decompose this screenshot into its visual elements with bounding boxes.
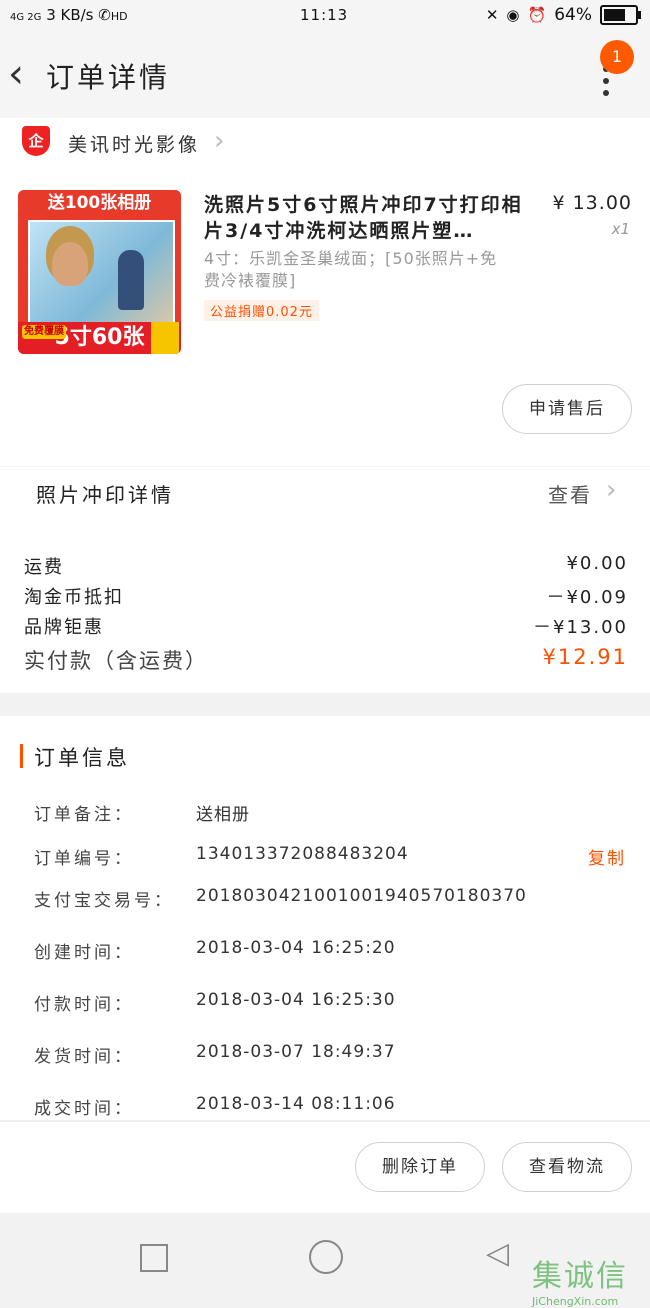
info-label: 发货时间： [34, 1047, 134, 1067]
clock: 11:13 [300, 6, 349, 24]
image-promo-text: 5寸60张 [54, 325, 145, 350]
chevron-right-icon: › [214, 126, 225, 156]
chevron-right-icon: › [606, 475, 617, 505]
watermark-logo: 集诚信 JiChengXin.com [532, 1251, 650, 1308]
product-card: 送100张相册 免费覆膜 5寸60张 洗照片5寸6寸照片冲印7寸打印相片3/4寸… [0, 170, 650, 466]
fee-value: －¥0.09 [546, 587, 628, 608]
notification-badge[interactable]: 1 [600, 40, 634, 74]
fee-label: 运费 [24, 557, 64, 578]
print-details-view[interactable]: 查看 [548, 479, 592, 508]
hd-indicator: HD [110, 10, 128, 23]
fee-value: ¥0.00 [566, 553, 628, 574]
image-banner: 送100张相册 [18, 190, 181, 216]
fee-row: 运费 ¥0.00 [24, 553, 628, 579]
watermark-en: JiChengXin.com [532, 1295, 619, 1308]
info-value: 2018-03-14 08:11:06 [196, 1094, 396, 1114]
total-paid-label: 实付款（含运费） [24, 649, 208, 673]
info-label: 订单备注： [34, 805, 134, 825]
order-info-section: 订单信息 订单备注： 送相册 订单编号： 134013372088483204 … [0, 716, 650, 1120]
info-value: 送相册 [196, 805, 250, 825]
info-value[interactable]: 134013372088483204 [196, 844, 409, 864]
product-image[interactable]: 送100张相册 免费覆膜 5寸60张 [18, 190, 181, 354]
fee-value: －¥13.00 [533, 617, 628, 638]
shop-row[interactable]: 企 美讯时光影像 › [0, 118, 650, 170]
copy-button[interactable]: 复制 [588, 844, 626, 869]
info-value: 2018-03-07 18:49:37 [196, 1042, 396, 1062]
fee-label: 淘金币抵扣 [24, 587, 124, 608]
lock-rotation-icon: ◉ [506, 6, 520, 24]
status-icons: ✕ ◉ ⏰ 64% [485, 5, 641, 25]
total-paid-value: ¥12.91 [542, 645, 628, 669]
product-title[interactable]: 洗照片5寸6寸照片冲印7寸打印相片3/4寸冲洗柯达晒照片塑… [204, 192, 534, 244]
home-icon[interactable] [309, 1240, 343, 1274]
product-quantity: x1 [611, 220, 630, 238]
recents-icon[interactable] [140, 1244, 168, 1272]
image-tag: 免费覆膜 [22, 325, 66, 339]
fee-row: 品牌钜惠 －¥13.00 [24, 613, 628, 639]
accent-bar [20, 744, 23, 768]
image-promo-corner [151, 322, 179, 354]
product-price: ¥ 13.00 [552, 192, 632, 214]
info-label: 订单编号： [34, 849, 134, 869]
mute-icon: ✕ [485, 6, 499, 24]
back-arrow-icon[interactable]: ‹ [8, 54, 24, 94]
charity-badge: 公益捐赠0.02元 [204, 300, 319, 321]
info-value: 2018030421001001940570180370 [196, 886, 527, 906]
info-value: 2018-03-04 16:25:30 [196, 990, 396, 1010]
info-label: 付款时间： [34, 995, 134, 1015]
network-type: 4G 2G [10, 12, 42, 23]
info-label: 支付宝交易号： [34, 891, 174, 911]
battery-icon [600, 5, 641, 25]
product-sku: 4寸：乐凯金圣巢绒面；[50张照片+免费冷裱覆膜] [204, 249, 498, 290]
print-details-label: 照片冲印详情 [36, 483, 174, 507]
info-label: 创建时间： [34, 943, 134, 963]
print-details-row[interactable]: 照片冲印详情 查看 › [0, 466, 650, 524]
watermark-cn: 集诚信 [532, 1259, 628, 1294]
total-paid-row: 实付款（含运费） ¥12.91 [24, 645, 628, 675]
nav-back-icon[interactable]: ◁ [486, 1239, 509, 1269]
shop-name: 美讯时光影像 [68, 134, 201, 156]
battery-percent: 64% [554, 5, 592, 25]
fee-row: 淘金币抵扣 －¥0.09 [24, 583, 628, 609]
page-title: 订单详情 [46, 61, 171, 94]
app-header: ‹ 订单详情 1 [0, 32, 650, 118]
shop-logo-icon: 企 [22, 126, 50, 156]
call-icon: ✆ [98, 6, 111, 24]
alarm-icon: ⏰ [527, 6, 547, 24]
order-actions-bar: 删除订单 查看物流 [0, 1121, 650, 1214]
delete-order-button[interactable]: 删除订单 [355, 1142, 485, 1192]
system-nav-bar: ◁ 集诚信 JiChengXin.com [0, 1213, 650, 1308]
network-status: 4G 2G 3 KB/s ✆HD [10, 6, 128, 24]
after-sale-button[interactable]: 申请售后 [502, 384, 632, 434]
status-bar: 4G 2G 3 KB/s ✆HD 11:13 ✕ ◉ ⏰ 64% [0, 0, 650, 32]
view-logistics-button[interactable]: 查看物流 [502, 1142, 632, 1192]
order-info-title: 订单信息 [34, 746, 130, 770]
info-label: 成交时间： [34, 1099, 134, 1119]
fee-label: 品牌钜惠 [24, 617, 104, 638]
fee-summary: 运费 ¥0.00 淘金币抵扣 －¥0.09 品牌钜惠 －¥13.00 实付款（含… [0, 523, 650, 693]
product-photo [28, 220, 175, 324]
info-value: 2018-03-04 16:25:20 [196, 938, 396, 958]
image-promo: 免费覆膜 5寸60张 [18, 322, 181, 354]
network-speed: 3 KB/s [46, 6, 94, 24]
